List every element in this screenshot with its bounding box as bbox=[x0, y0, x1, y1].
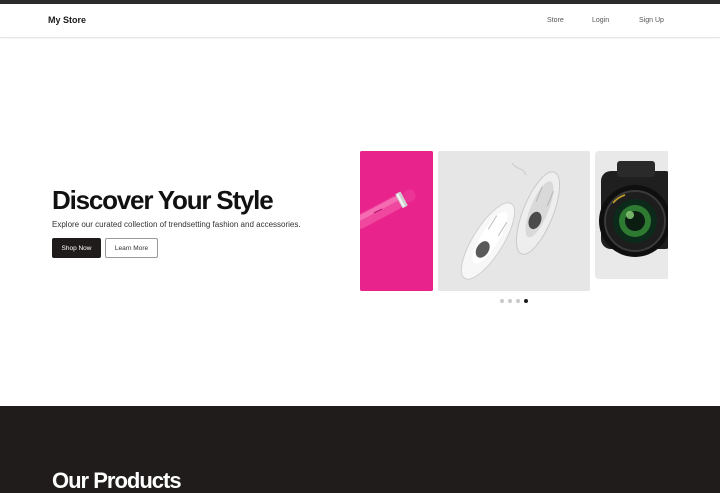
hero-subtitle: Explore our curated collection of trends… bbox=[52, 220, 301, 229]
nav-link-store[interactable]: Store bbox=[547, 17, 564, 24]
carousel-slide-lipstick[interactable] bbox=[360, 151, 433, 291]
shop-now-button[interactable]: Shop Now bbox=[52, 238, 101, 258]
products-title: Our Products bbox=[52, 468, 182, 493]
image-carousel[interactable] bbox=[360, 151, 668, 291]
brand-logo[interactable]: My Store bbox=[48, 15, 86, 25]
learn-more-button[interactable]: Learn More bbox=[105, 238, 158, 258]
navbar: My Store Store Login Sign Up bbox=[0, 4, 720, 38]
nav-link-login[interactable]: Login bbox=[592, 17, 609, 24]
carousel-dot-3[interactable] bbox=[516, 299, 520, 303]
carousel-dot-1[interactable] bbox=[500, 299, 504, 303]
lipstick-image bbox=[360, 151, 433, 291]
hero-title: Discover Your Style bbox=[52, 185, 274, 215]
nav-link-sign-up[interactable]: Sign Up bbox=[639, 17, 664, 24]
carousel-slide-camera[interactable] bbox=[595, 151, 668, 279]
carousel-dot-4[interactable] bbox=[524, 299, 528, 303]
carousel-dots bbox=[500, 299, 528, 303]
hero-section: Discover Your Style Explore our curated … bbox=[0, 39, 720, 406]
carousel-dot-2[interactable] bbox=[508, 299, 512, 303]
sneakers-image bbox=[438, 151, 590, 291]
products-section: Our Products bbox=[0, 406, 720, 493]
camera-image bbox=[595, 151, 668, 279]
carousel-slide-sneakers[interactable] bbox=[438, 151, 590, 291]
